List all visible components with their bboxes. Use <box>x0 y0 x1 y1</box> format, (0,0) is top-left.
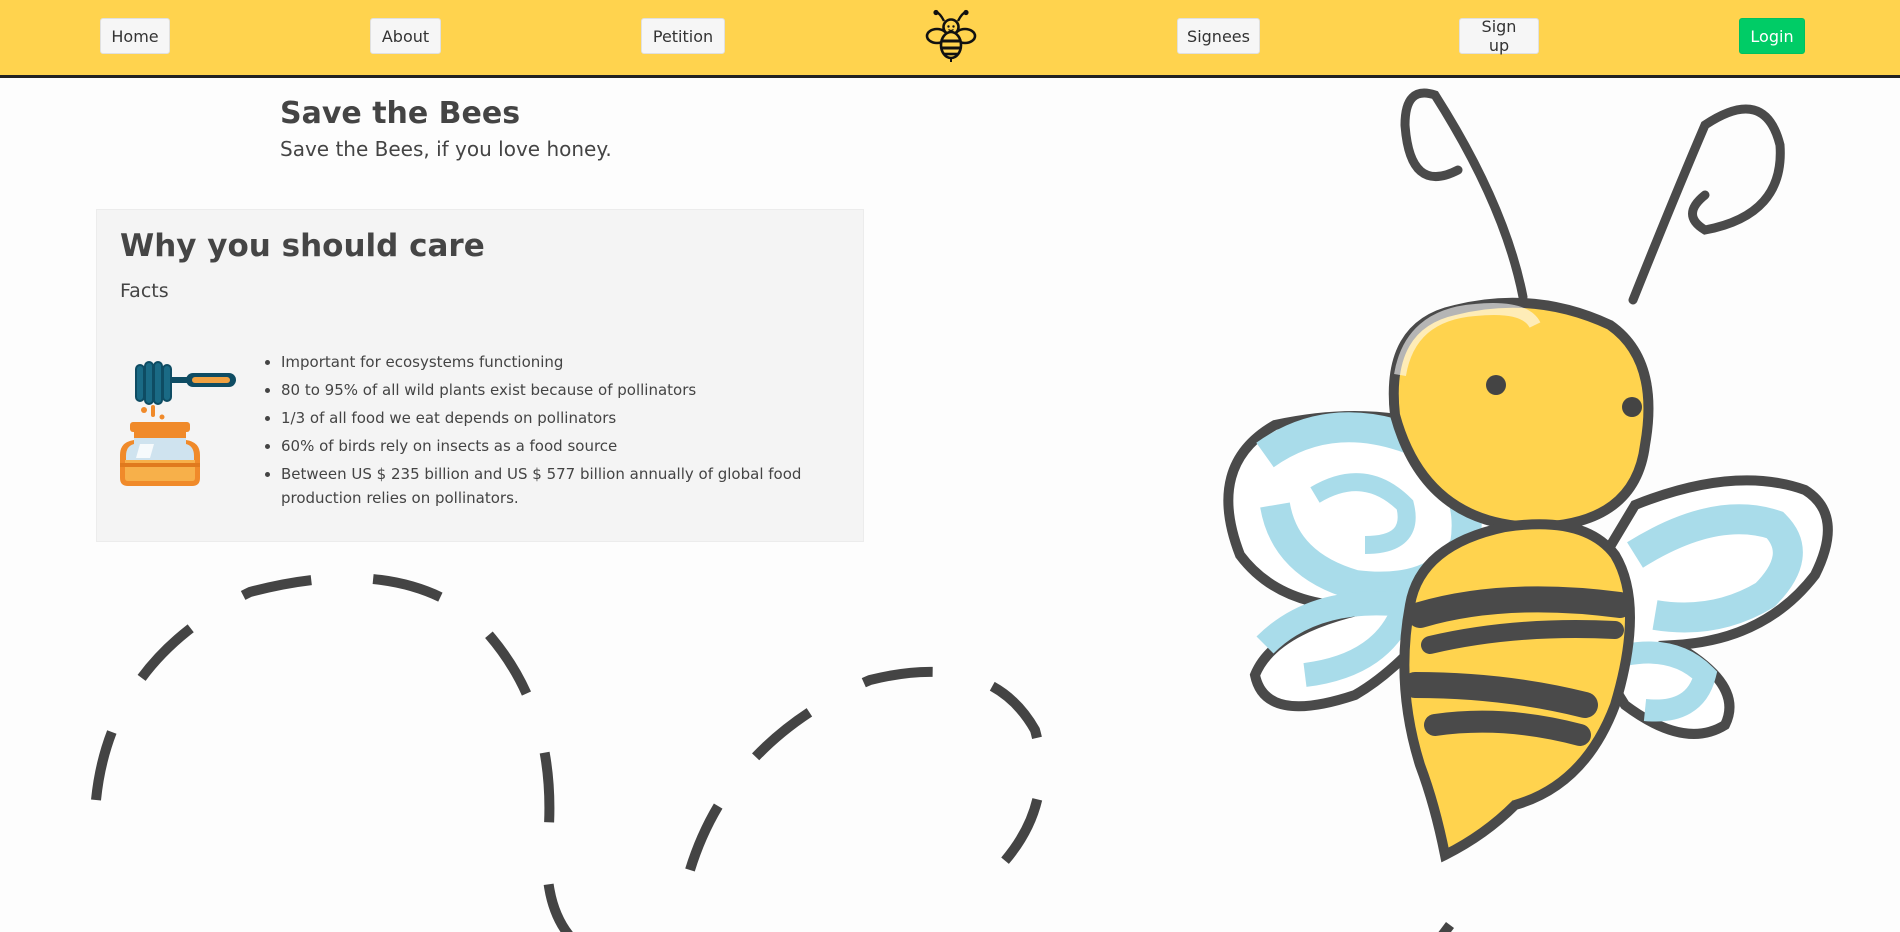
fact-item: Important for ecosystems functioning <box>265 350 841 374</box>
nav-signup-button[interactable]: Sign up <box>1459 17 1539 55</box>
navbar: Home About Petition Signees Sign up Logi… <box>0 0 1900 78</box>
fact-item: Between US $ 235 billion and US $ 577 bi… <box>265 462 841 510</box>
login-button[interactable]: Login <box>1739 18 1805 54</box>
nav-home-button[interactable]: Home <box>100 18 170 54</box>
fact-item: 60% of birds rely on insects as a food s… <box>265 434 841 458</box>
bee-logo-icon[interactable] <box>924 9 978 63</box>
page-subtitle: Save the Bees, if you love honey. <box>280 137 612 161</box>
honey-jar-icon <box>120 361 236 486</box>
page-title: Save the Bees <box>280 96 521 131</box>
dashed-flight-path <box>91 572 1046 932</box>
facts-list: Important for ecosystems functioning 80 … <box>265 350 841 514</box>
nav-about-button[interactable]: About <box>370 18 441 54</box>
nav-signees-button[interactable]: Signees <box>1177 18 1260 54</box>
facts-card: Why you should care Facts Important for … <box>96 209 864 542</box>
card-subtitle: Facts <box>120 280 169 302</box>
fact-item: 80 to 95% of all wild plants exist becau… <box>265 378 841 402</box>
fact-item: 1/3 of all food we eat depends on pollin… <box>265 406 841 430</box>
bee-illustration <box>1223 88 1833 932</box>
nav-petition-button[interactable]: Petition <box>641 18 725 54</box>
card-title: Why you should care <box>120 228 485 264</box>
